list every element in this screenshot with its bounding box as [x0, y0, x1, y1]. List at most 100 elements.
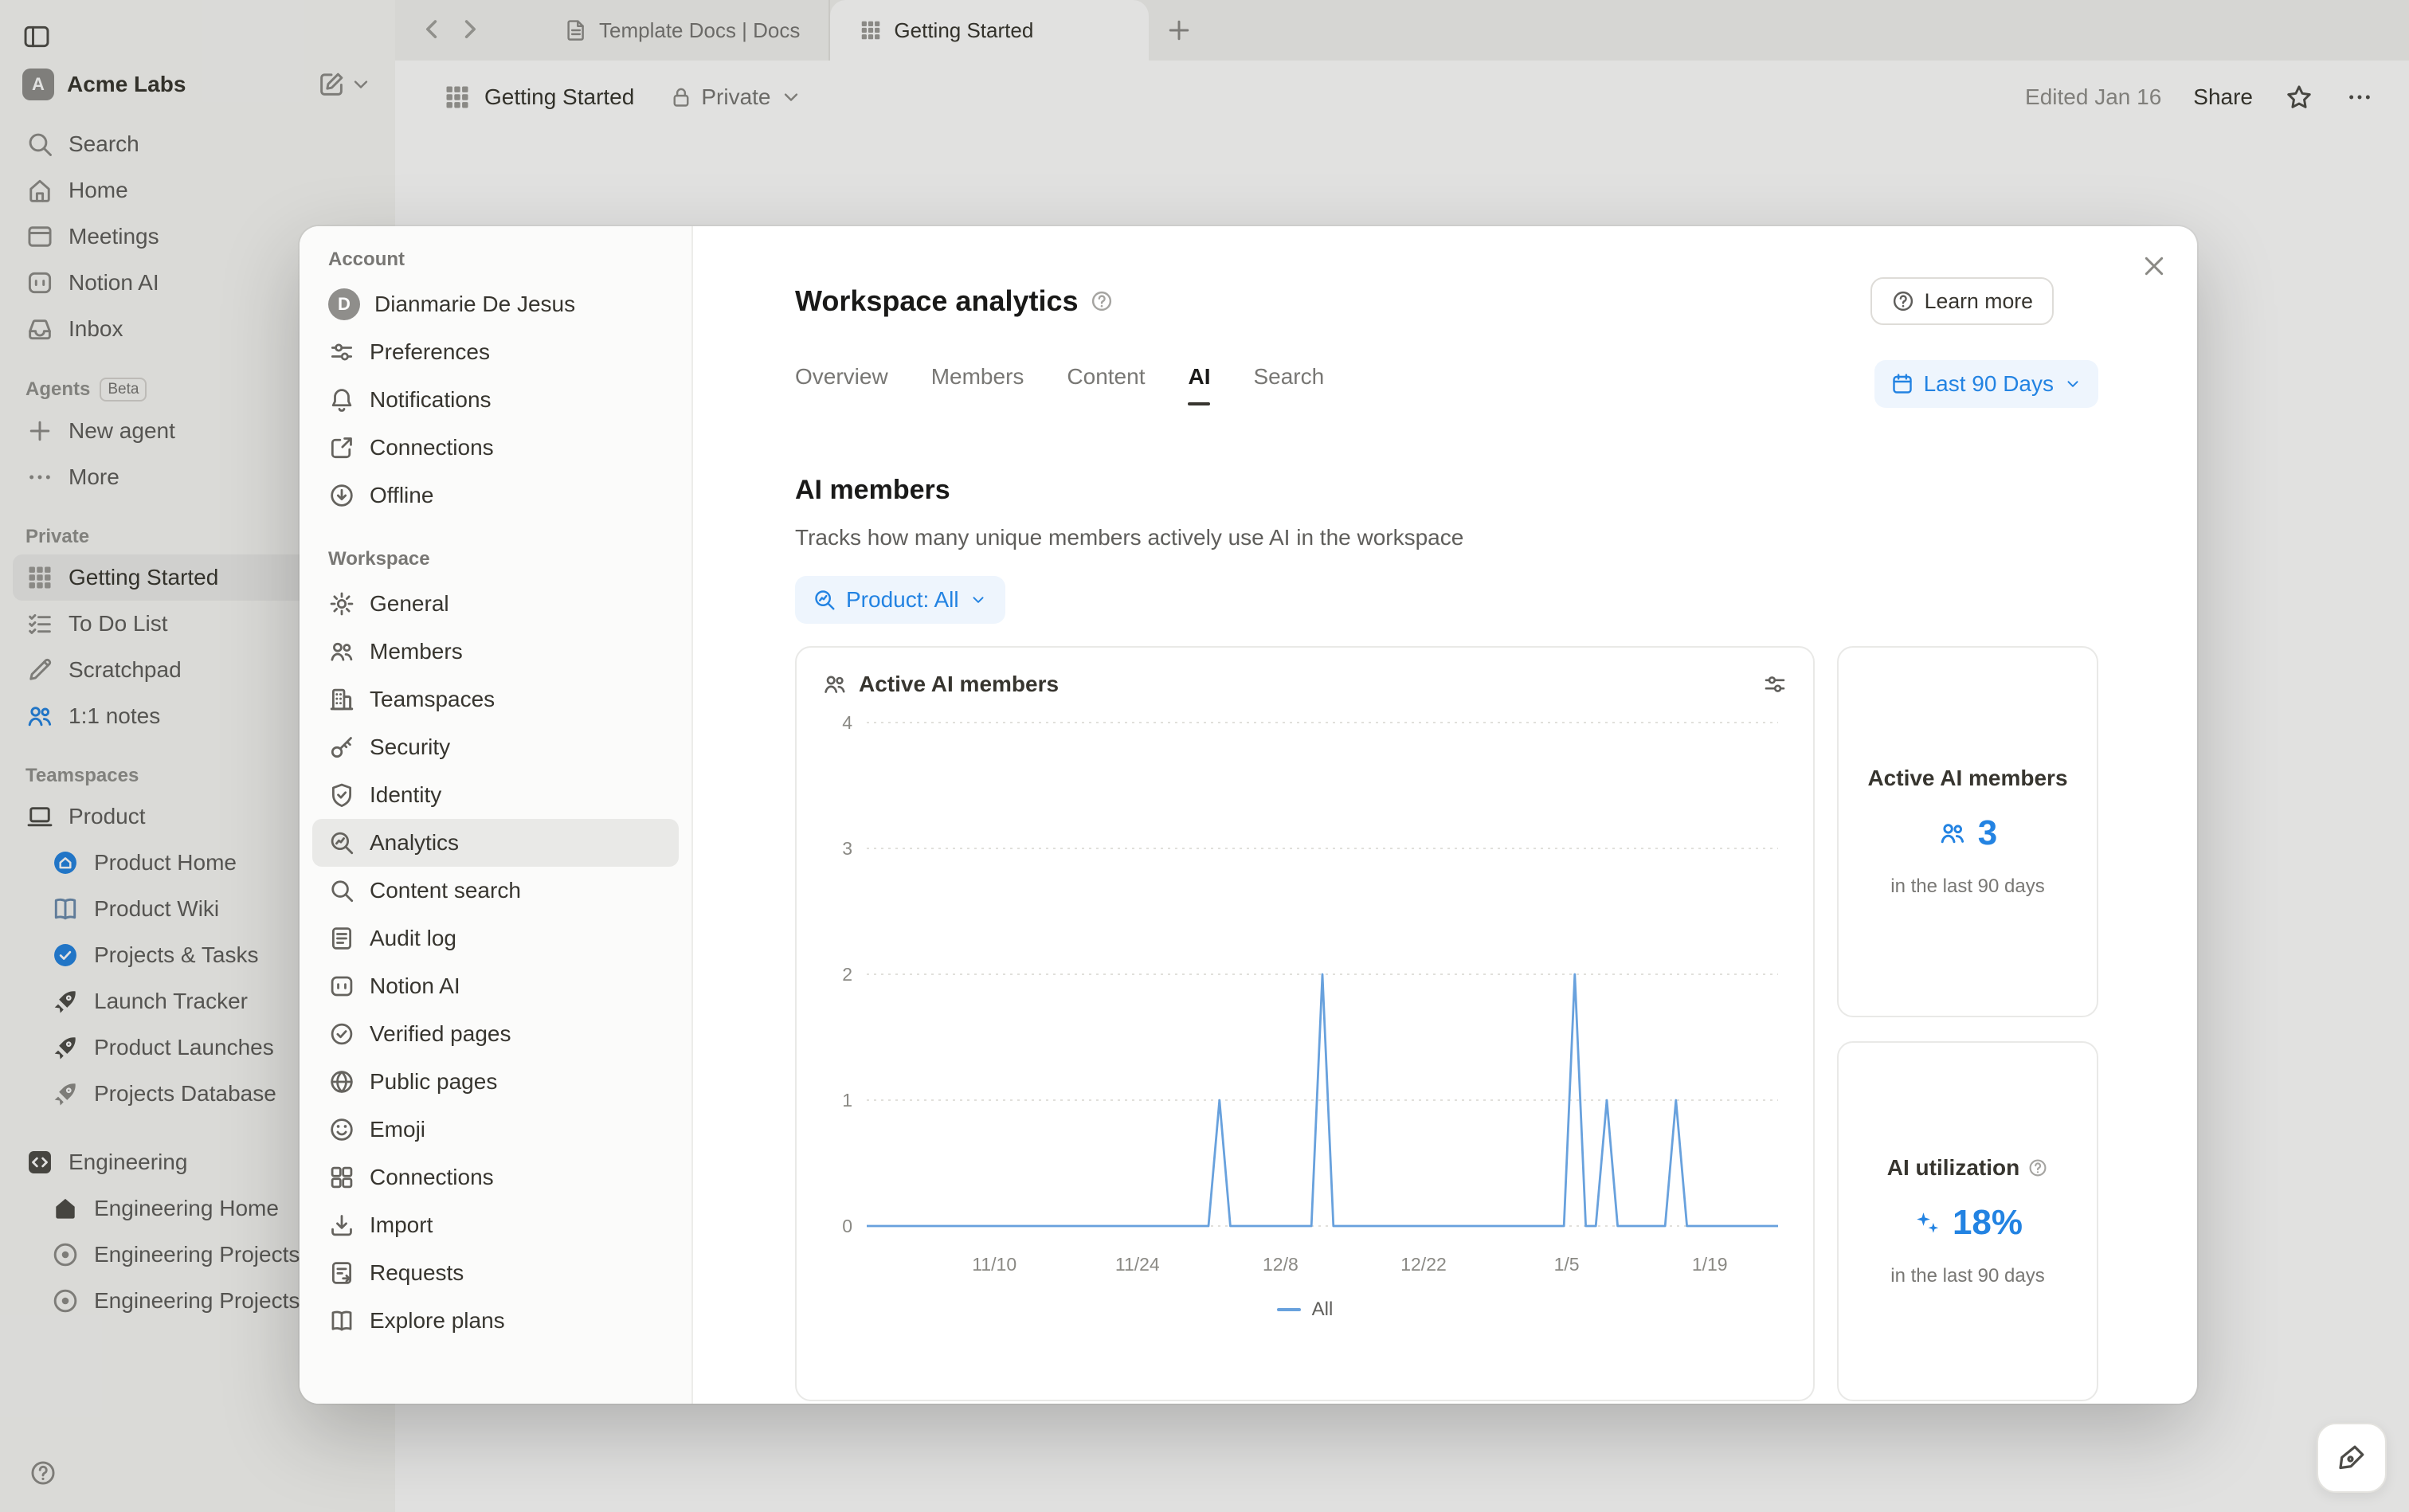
svg-text:11/24: 11/24 [1115, 1254, 1160, 1275]
analytics-panel: Workspace analytics Learn more Overview … [693, 226, 2197, 1404]
settings-nav: Account D Dianmarie De Jesus Preferences… [300, 226, 693, 1404]
notion-ai-floating-button[interactable] [2317, 1423, 2387, 1493]
calendar-icon [1890, 372, 1914, 396]
settings-modal: Account D Dianmarie De Jesus Preferences… [300, 226, 2197, 1404]
settings-item-explore-plans[interactable]: Explore plans [312, 1297, 679, 1345]
svg-text:2: 2 [842, 964, 852, 985]
settings-item-label: Security [370, 734, 450, 760]
settings-item-teamspaces[interactable]: Teamspaces [312, 676, 679, 723]
stat-caption: in the last 90 days [1890, 875, 2044, 898]
learn-more-label: Learn more [1925, 289, 2033, 314]
people-icon [1938, 819, 1967, 848]
settings-item-label: Requests [370, 1260, 464, 1286]
date-range-dropdown[interactable]: Last 90 Days [1874, 360, 2098, 408]
settings-item-label: Analytics [370, 830, 459, 856]
avatar: D [328, 288, 360, 320]
settings-item-import[interactable]: Import [312, 1201, 679, 1249]
settings-item-label: Notion AI [370, 973, 460, 999]
settings-item-connections-ws[interactable]: Connections [312, 1154, 679, 1201]
settings-item-content-search[interactable]: Content search [312, 867, 679, 915]
settings-section-account: Account [328, 249, 663, 271]
pen-icon [2336, 1442, 2368, 1474]
svg-text:12/8: 12/8 [1263, 1254, 1299, 1275]
svg-text:1: 1 [842, 1090, 852, 1110]
badge-check-icon [328, 1020, 355, 1048]
settings-item-identity[interactable]: Identity [312, 771, 679, 819]
chart-title: Active AI members [859, 672, 1059, 697]
svg-text:12/22: 12/22 [1400, 1254, 1447, 1275]
settings-item-notion-ai[interactable]: Notion AI [312, 962, 679, 1010]
gear-icon [328, 590, 355, 617]
settings-item-label: Identity [370, 782, 441, 808]
external-link-icon [328, 434, 355, 461]
settings-item-label: Connections [370, 1165, 494, 1190]
settings-item-members[interactable]: Members [312, 628, 679, 676]
globe-icon [328, 1068, 355, 1095]
section-description: Tracks how many unique members actively … [795, 525, 2098, 550]
user-name: Dianmarie De Jesus [374, 292, 575, 317]
settings-item-label: Emoji [370, 1117, 425, 1142]
svg-text:0: 0 [842, 1216, 852, 1236]
settings-item-preferences[interactable]: Preferences [312, 328, 679, 376]
settings-item-label: Public pages [370, 1069, 497, 1095]
ai-utilization-stat-card: AI utilization 18% in the last 90 days [1837, 1041, 2098, 1401]
people-icon [328, 638, 355, 665]
settings-item-connections[interactable]: Connections [312, 424, 679, 472]
stat-value: 3 [1978, 813, 1997, 853]
book-icon [328, 1307, 355, 1334]
settings-item-offline[interactable]: Offline [312, 472, 679, 519]
ai-members-line-chart: 0123411/1011/2412/812/221/51/19 [822, 697, 1788, 1290]
analytics-icon [328, 829, 355, 856]
chevron-down-icon [2063, 374, 2082, 394]
tab-search[interactable]: Search [1253, 364, 1324, 404]
apps-grid-icon [328, 1164, 355, 1191]
settings-item-public-pages[interactable]: Public pages [312, 1058, 679, 1106]
settings-item-label: Connections [370, 435, 494, 460]
date-range-label: Last 90 Days [1924, 371, 2054, 397]
svg-text:4: 4 [842, 712, 852, 733]
settings-item-label: Offline [370, 483, 433, 508]
settings-item-emoji[interactable]: Emoji [312, 1106, 679, 1154]
settings-item-label: Preferences [370, 339, 490, 365]
clipboard-list-icon [328, 925, 355, 952]
request-doc-icon [328, 1259, 355, 1287]
settings-item-general[interactable]: General [312, 580, 679, 628]
close-icon[interactable] [2140, 252, 2168, 280]
settings-item-label: Verified pages [370, 1021, 511, 1047]
key-icon [328, 734, 355, 761]
settings-item-label: Members [370, 639, 463, 664]
chevron-down-icon [969, 590, 988, 609]
bell-icon [328, 386, 355, 413]
chart-options-icon[interactable] [1762, 672, 1788, 697]
help-circle-icon[interactable] [1090, 289, 1114, 313]
smiley-icon [328, 1116, 355, 1143]
settings-item-label: Teamspaces [370, 687, 495, 712]
stat-title: AI utilization [1887, 1155, 2019, 1181]
svg-text:1/19: 1/19 [1692, 1254, 1728, 1275]
legend-line-swatch [1277, 1308, 1301, 1311]
settings-item-notifications[interactable]: Notifications [312, 376, 679, 424]
download-circle-icon [328, 482, 355, 509]
sparkles-icon [1913, 1208, 1941, 1237]
settings-item-requests[interactable]: Requests [312, 1249, 679, 1297]
filter-label: Product: All [846, 587, 959, 613]
settings-item-label: General [370, 591, 449, 617]
section-title: AI members [795, 475, 2098, 506]
settings-item-analytics[interactable]: Analytics [312, 819, 679, 867]
import-icon [328, 1212, 355, 1239]
settings-item-audit-log[interactable]: Audit log [312, 915, 679, 962]
question-circle-icon[interactable] [2027, 1158, 2048, 1178]
learn-more-button[interactable]: Learn more [1870, 277, 2054, 325]
tab-content[interactable]: Content [1067, 364, 1145, 404]
settings-item-security[interactable]: Security [312, 723, 679, 771]
tab-overview[interactable]: Overview [795, 364, 888, 404]
people-icon [822, 672, 848, 697]
sliders-icon [328, 339, 355, 366]
tab-ai[interactable]: AI [1188, 364, 1210, 404]
settings-item-label: Explore plans [370, 1308, 505, 1334]
settings-item-verified-pages[interactable]: Verified pages [312, 1010, 679, 1058]
tab-members[interactable]: Members [931, 364, 1024, 404]
settings-item-account-user[interactable]: D Dianmarie De Jesus [312, 280, 679, 328]
product-filter-chip[interactable]: Product: All [795, 576, 1005, 624]
legend-label: All [1312, 1299, 1334, 1321]
